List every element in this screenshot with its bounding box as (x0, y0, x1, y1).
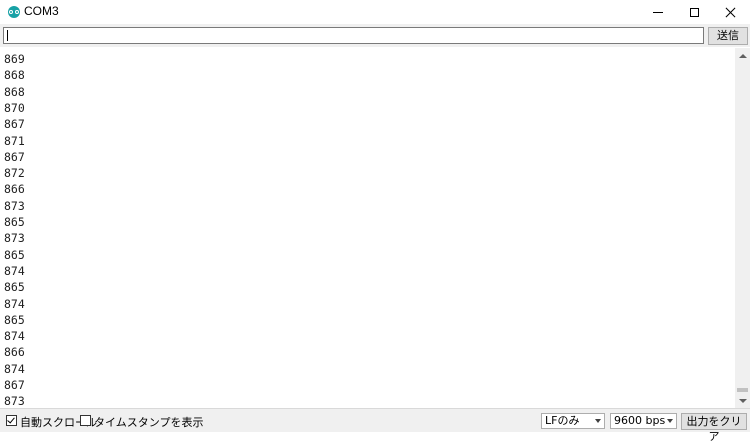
line-ending-select[interactable]: LFのみ (541, 413, 605, 429)
serial-output: 869 868 868 870 867 871 867 872 866 873 865 873 865 8… (0, 48, 735, 408)
output-line: 873 (4, 394, 25, 408)
output-line: 865 (4, 215, 25, 229)
line-ending-value: LFのみ (545, 414, 580, 427)
baud-rate-select[interactable]: 9600 bps (610, 413, 677, 429)
output-line: 868 (4, 68, 25, 83)
output-line: 865 (4, 247, 25, 262)
scroll-down-button[interactable] (735, 393, 750, 408)
arrow-up-icon (738, 53, 747, 58)
baud-rate-value: 9600 bps (614, 414, 666, 427)
output-line: 868 (4, 84, 25, 99)
output-line: 873 (4, 231, 25, 246)
minimize-button[interactable] (640, 0, 676, 24)
output-line: 867 (4, 378, 25, 392)
maximize-button[interactable] (676, 0, 712, 24)
arduino-icon (8, 6, 20, 18)
checkmark-icon (7, 415, 15, 424)
serial-input[interactable] (3, 27, 704, 44)
status-bar: 自動スクロール タイムスタンプを表示 LFのみ 9600 bps 出力をクリア (0, 408, 750, 443)
output-line: 874 (4, 361, 25, 376)
window-title: COM3 (24, 4, 59, 18)
minimize-icon (653, 11, 663, 13)
output-line: 867 (4, 117, 25, 132)
close-button[interactable] (712, 0, 748, 24)
vertical-scrollbar[interactable] (735, 48, 750, 408)
output-line: 865 (4, 280, 25, 295)
chevron-down-icon (595, 419, 601, 423)
send-button[interactable]: 送信 (708, 27, 748, 45)
scroll-up-button[interactable] (735, 48, 750, 63)
title-bar: COM3 (0, 0, 750, 25)
timestamp-label: タイムスタンプを表示 (94, 416, 204, 429)
maximize-icon (689, 7, 699, 17)
scroll-thumb[interactable] (737, 388, 748, 392)
output-line: 871 (4, 133, 25, 148)
output-line: 872 (4, 166, 25, 181)
output-line: 866 (4, 345, 25, 360)
autoscroll-checkbox[interactable] (6, 415, 17, 426)
output-line: 874 (4, 329, 25, 344)
output-line: 874 (4, 296, 25, 311)
output-line: 870 (4, 100, 25, 115)
chevron-down-icon (667, 419, 673, 423)
output-line: 865 (4, 312, 25, 327)
output-line: 867 (4, 149, 25, 164)
serial-input-bar: 送信 (0, 24, 750, 47)
output-line: 869 (4, 52, 25, 66)
close-icon (725, 7, 736, 18)
clear-output-button[interactable]: 出力をクリア (681, 413, 747, 443)
timestamp-checkbox[interactable] (80, 415, 91, 426)
arrow-down-icon (738, 398, 747, 403)
text-caret (7, 30, 8, 41)
output-line: 866 (4, 182, 25, 197)
output-line: 873 (4, 198, 25, 213)
output-line: 874 (4, 263, 25, 278)
